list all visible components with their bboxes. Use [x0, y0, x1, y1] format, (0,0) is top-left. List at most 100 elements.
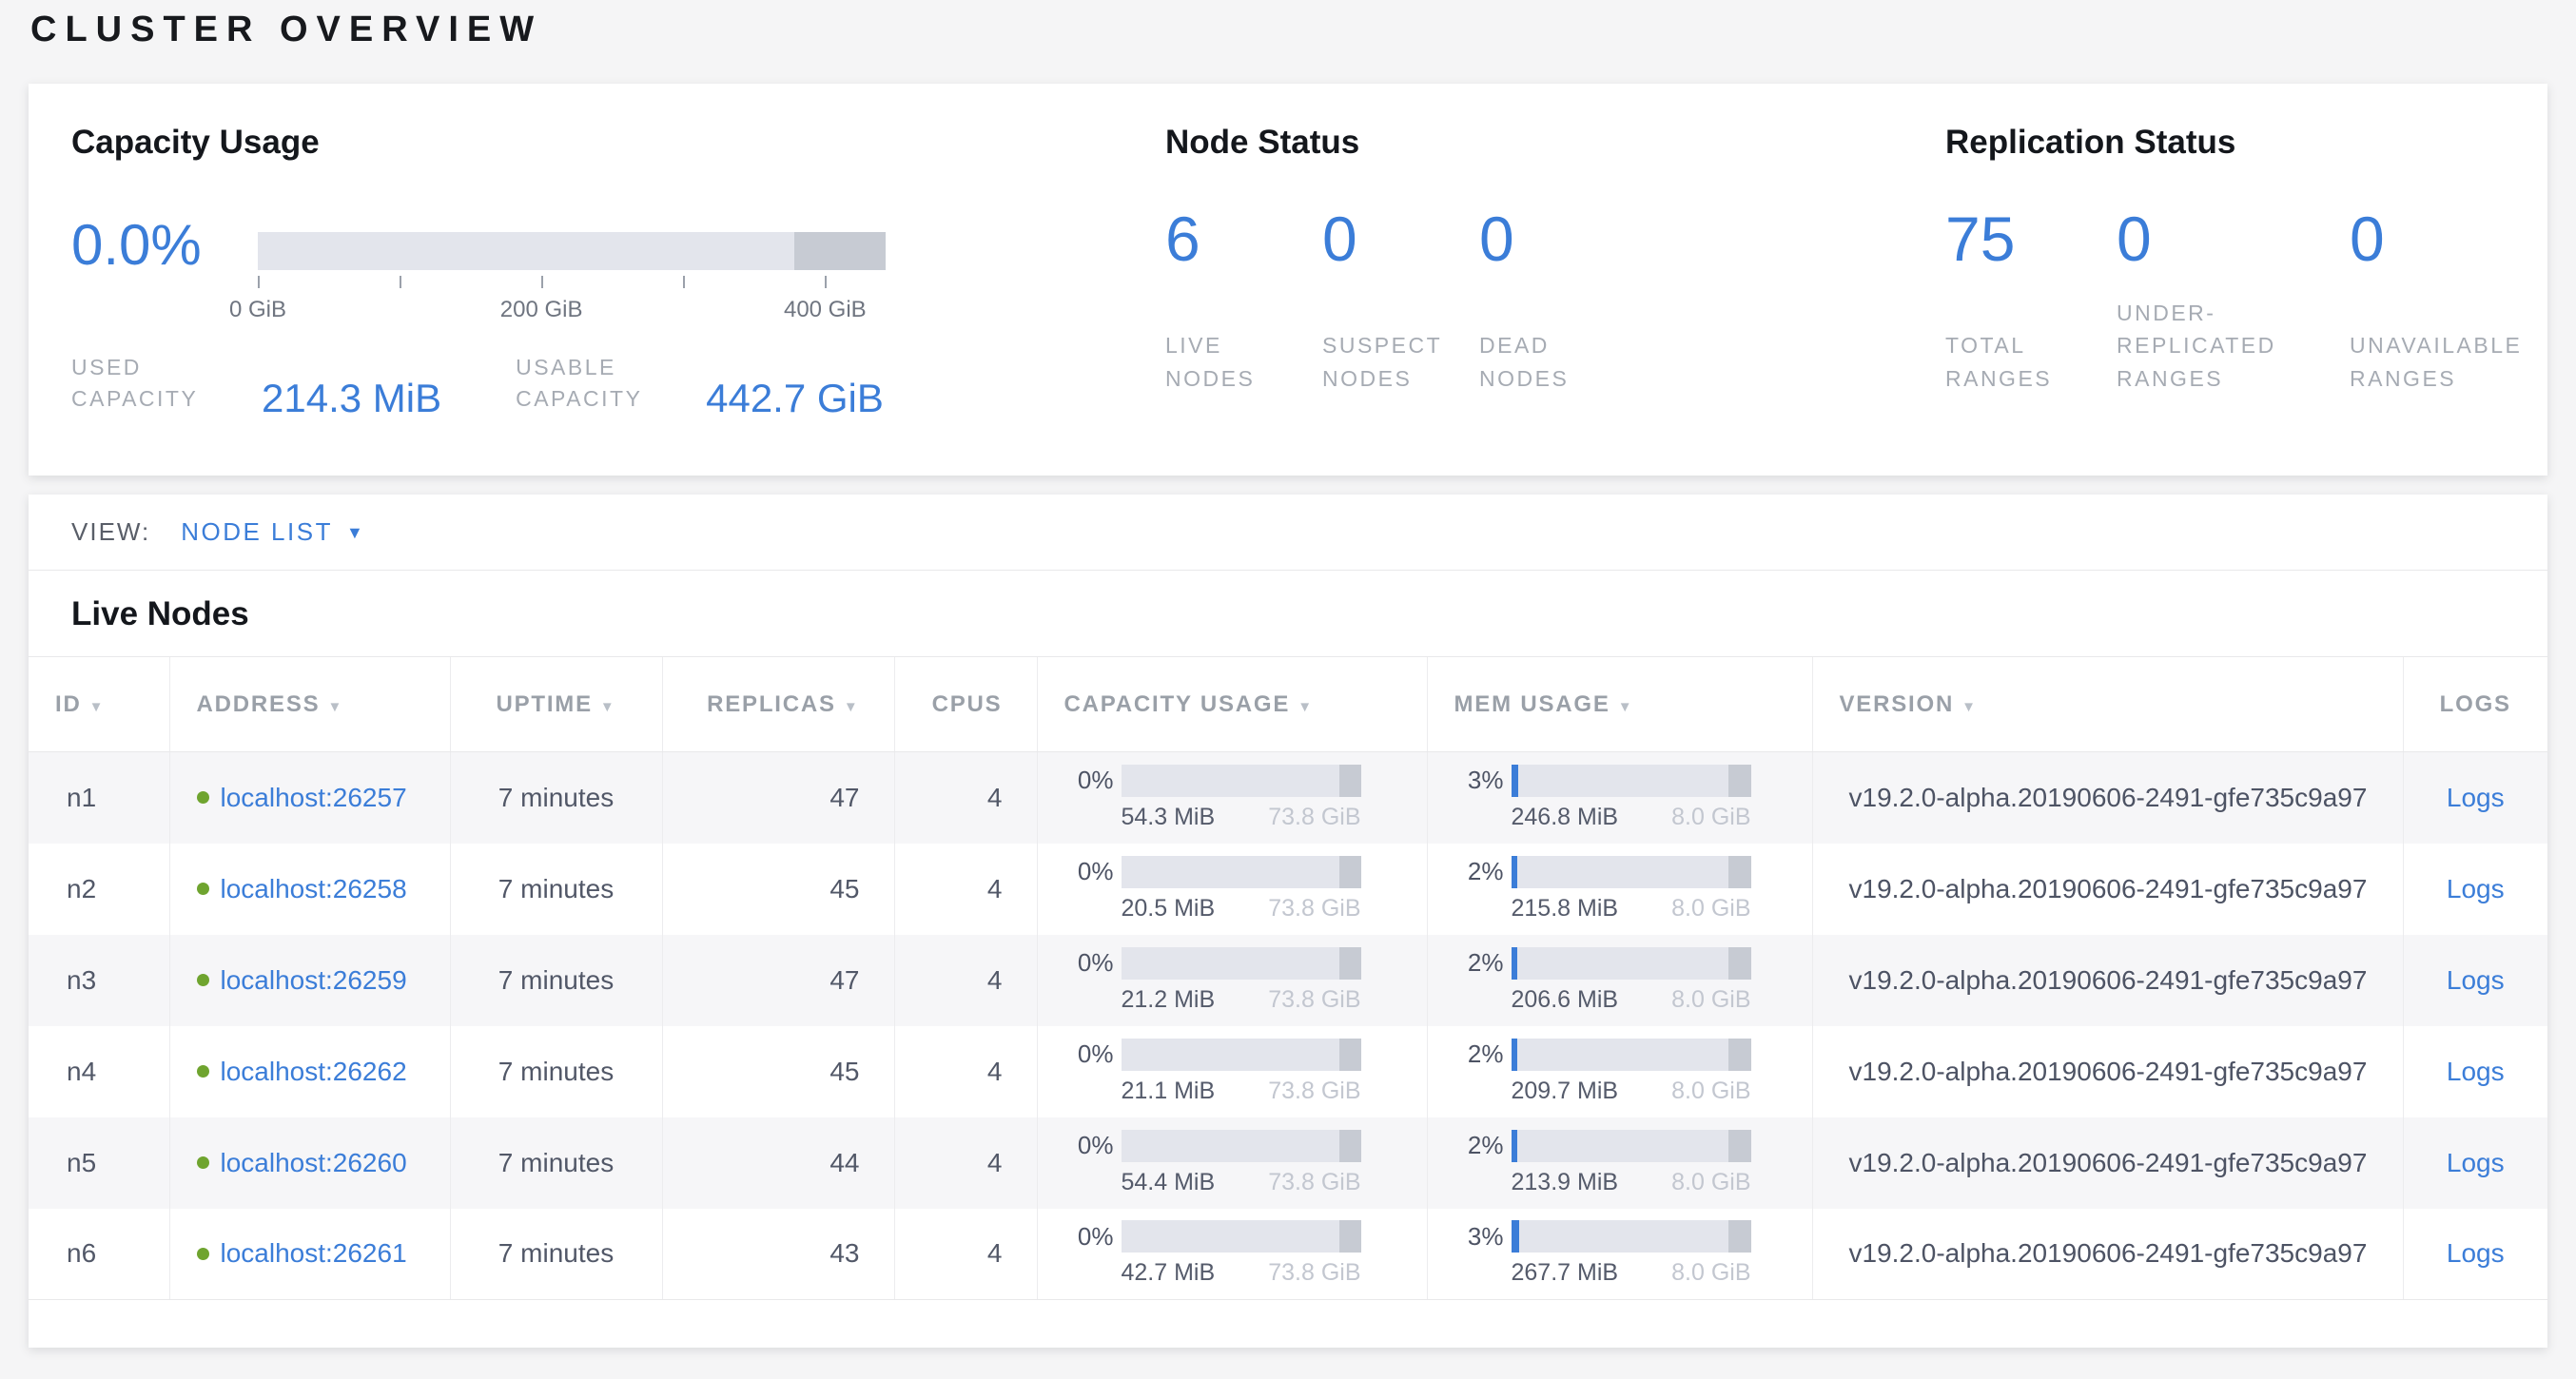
replication-stat-value: 0	[2350, 207, 2540, 270]
capacity-usage-widget: 0%21.2 MiB73.8 GiB	[1064, 943, 1427, 1018]
column-header-version[interactable]: VERSION ▼	[1812, 657, 2403, 752]
node-address-link[interactable]: localhost:26260	[221, 1148, 407, 1178]
capacity-bar	[258, 232, 886, 270]
node-address-link[interactable]: localhost:26262	[221, 1057, 407, 1087]
mem-usage-widget: 2%215.8 MiB8.0 GiB	[1454, 852, 1812, 926]
node-address-link[interactable]: localhost:26261	[221, 1238, 407, 1269]
chevron-down-icon: ▼	[346, 524, 363, 541]
capacity-stat-label: USABLE CAPACITY	[516, 352, 685, 416]
node-status-stat-value: 0	[1479, 207, 1636, 270]
mem-usage-reserved-segment	[1728, 1220, 1751, 1253]
column-header-label: VERSION	[1840, 691, 1955, 717]
logs-link[interactable]: Logs	[2447, 1057, 2505, 1086]
capacity-usage-total-value: 73.8 GiB	[1268, 1169, 1360, 1196]
replication-stat-label-text: UNDER-REPLICATED RANGES	[2117, 297, 2293, 396]
mem-usage-bar	[1512, 1130, 1751, 1162]
mem-usage-bar	[1512, 947, 1751, 980]
view-selector-dropdown[interactable]: NODE LIST ▼	[181, 517, 363, 547]
mem-usage-labels: 209.7 MiB8.0 GiB	[1512, 1078, 1751, 1105]
capacity-usage-bar-row: 0%	[1064, 1220, 1427, 1253]
capacity-usage-labels: 54.4 MiB73.8 GiB	[1122, 1169, 1361, 1196]
page-title: CLUSTER OVERVIEW	[30, 10, 542, 50]
axis-tick	[825, 276, 827, 288]
capacity-usage-percent: 0%	[1064, 1039, 1114, 1069]
column-header-mem[interactable]: MEM USAGE▼	[1427, 657, 1812, 752]
column-header-uptime[interactable]: UPTIME▼	[450, 657, 662, 752]
view-label: VIEW:	[71, 517, 150, 547]
mem-usage-total-value: 8.0 GiB	[1671, 986, 1750, 1014]
node-replicas-cell: 44	[662, 1117, 894, 1209]
node-address: localhost:26257	[197, 783, 450, 813]
node-address-cell: localhost:26259	[169, 935, 450, 1026]
capacity-stat-label: USED CAPACITY	[71, 352, 241, 416]
mem-usage-widget: 2% 206.6 MiB8.0 GiB	[1454, 943, 1812, 1018]
node-id-cell: n2	[29, 844, 169, 935]
node-cpus-cell: 4	[894, 1026, 1037, 1117]
node-replicas-cell: 47	[662, 752, 894, 844]
column-header-id[interactable]: ID▼	[29, 657, 169, 752]
node-id-cell: n3	[29, 935, 169, 1026]
capacity-used-percent: 0.0%	[71, 217, 231, 340]
mem-usage-used-segment	[1512, 765, 1519, 797]
axis-tick-label: 400 GiB	[784, 297, 867, 323]
capacity-usage-bar	[1122, 856, 1361, 888]
mem-usage-percent: 2%	[1454, 948, 1504, 978]
mem-usage-used-segment	[1512, 856, 1518, 888]
mem-usage-used-value: 209.7 MiB	[1512, 1078, 1619, 1105]
capacity-usage-total-value: 73.8 GiB	[1268, 804, 1360, 831]
column-header-address[interactable]: ADDRESS ▼	[169, 657, 450, 752]
logs-link[interactable]: Logs	[2447, 783, 2505, 812]
node-mem-usage-cell: 3%267.7 MiB8.0 GiB	[1427, 1209, 1812, 1300]
axis-tick-label: 0 GiB	[229, 297, 286, 323]
capacity-usage-total-value: 73.8 GiB	[1268, 1078, 1360, 1105]
replication-status-stats: 75TOTAL RANGES0UNDER-REPLICATED RANGES0U…	[1945, 207, 2540, 395]
view-selected-value: NODE LIST	[181, 517, 333, 547]
capacity-usage-used-value: 54.3 MiB	[1122, 804, 1216, 831]
node-status-stat: 0SUSPECT NODES	[1322, 207, 1479, 395]
mem-usage-total-value: 8.0 GiB	[1671, 895, 1750, 923]
cluster-overview-page: CLUSTER OVERVIEW Capacity Usage 0.0% 0 G…	[0, 0, 2576, 1379]
capacity-stat-value: 214.3 MiB	[262, 378, 441, 419]
column-header-label: REPLICAS	[707, 691, 836, 717]
column-header-label: CPUS	[932, 691, 1003, 717]
node-version-cell: v19.2.0-alpha.20190606-2491-gfe735c9a97	[1812, 1026, 2403, 1117]
mem-usage-used-value: 215.8 MiB	[1512, 895, 1619, 923]
node-address-link[interactable]: localhost:26258	[221, 874, 407, 904]
node-replicas-cell: 43	[662, 1209, 894, 1300]
logs-link[interactable]: Logs	[2447, 965, 2505, 995]
logs-link[interactable]: Logs	[2447, 1238, 2505, 1268]
mem-usage-labels: 206.6 MiB8.0 GiB	[1512, 986, 1751, 1014]
node-version-cell: v19.2.0-alpha.20190606-2491-gfe735c9a97	[1812, 1117, 2403, 1209]
mem-usage-reserved-segment	[1728, 947, 1751, 980]
sort-arrow-icon: ▼	[327, 699, 343, 715]
node-address-link[interactable]: localhost:26257	[221, 783, 407, 813]
node-id-cell: n6	[29, 1209, 169, 1300]
capacity-usage-widget: 0%42.7 MiB73.8 GiB	[1064, 1216, 1427, 1291]
sort-arrow-icon: ▼	[844, 699, 860, 715]
node-address-link[interactable]: localhost:26259	[221, 965, 407, 996]
node-status-stat-label: SUSPECT NODES	[1322, 295, 1479, 395]
node-capacity-usage-cell: 0%21.2 MiB73.8 GiB	[1037, 935, 1427, 1026]
table-header-row: ID▼ ADDRESS ▼ UPTIME▼ REPLICAS ▼ CPUS CAPACITY …	[29, 657, 2547, 752]
node-logs-cell: Logs	[2403, 752, 2547, 844]
column-header-label: ADDRESS	[197, 691, 321, 717]
column-header-replicas[interactable]: REPLICAS ▼	[662, 657, 894, 752]
replication-stat-value: 0	[2117, 207, 2350, 270]
sort-arrow-icon: ▼	[1618, 699, 1634, 715]
node-id-cell: n4	[29, 1026, 169, 1117]
node-mem-usage-cell: 2%215.8 MiB8.0 GiB	[1427, 844, 1812, 935]
capacity-stat: USED CAPACITY 214.3 MiB	[71, 352, 441, 416]
capacity-bar-chart: 0 GiB200 GiB400 GiB	[258, 217, 886, 340]
column-header-capacity[interactable]: CAPACITY USAGE▼	[1037, 657, 1427, 752]
mem-usage-percent: 2%	[1454, 1039, 1504, 1069]
sort-arrow-icon: ▼	[1961, 699, 1978, 715]
node-logs-cell: Logs	[2403, 1209, 2547, 1300]
node-replicas-cell: 45	[662, 1026, 894, 1117]
node-logs-cell: Logs	[2403, 1117, 2547, 1209]
logs-link[interactable]: Logs	[2447, 874, 2505, 903]
logs-link[interactable]: Logs	[2447, 1148, 2505, 1177]
table-row: n5localhost:262607 minutes4440%54.4 MiB7…	[29, 1117, 2547, 1209]
node-address: localhost:26261	[197, 1238, 450, 1269]
table-body: n1localhost:262577 minutes4740%54.3 MiB7…	[29, 752, 2547, 1300]
mem-usage-bar-row: 3%	[1454, 1220, 1812, 1253]
